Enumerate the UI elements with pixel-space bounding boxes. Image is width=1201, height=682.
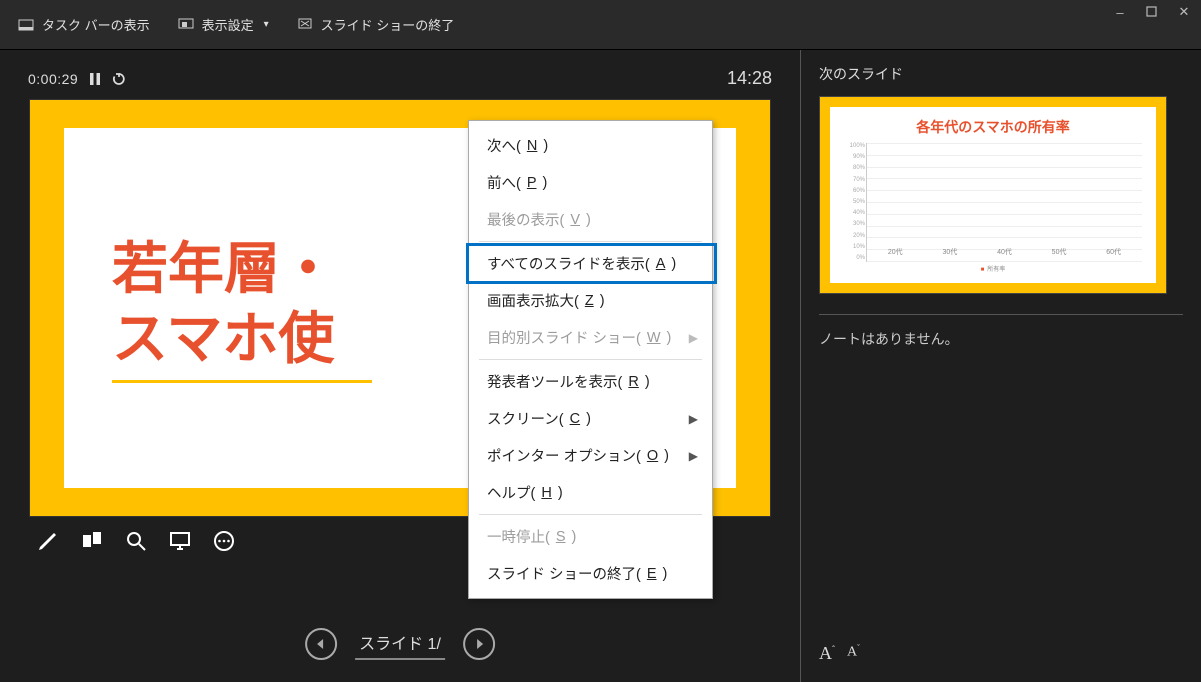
- next-slide-content: 各年代のスマホの所有率 100%90%80%70%60%50%40%30%20%…: [830, 107, 1156, 283]
- wall-clock: 14:28: [727, 68, 772, 89]
- ctx-pause: 一時停止(S): [469, 518, 712, 555]
- ctx-separator: [479, 514, 702, 515]
- notes-font-controls: Aˆ Aˇ: [819, 637, 1183, 670]
- next-slide-title: 各年代のスマホの所有率: [844, 117, 1142, 137]
- display-settings-button[interactable]: 表示設定 ▾: [178, 15, 269, 34]
- black-screen-button[interactable]: [166, 527, 194, 555]
- slide-counter[interactable]: スライド 1/: [355, 628, 445, 660]
- notes-area[interactable]: ノートはありません。: [819, 314, 1183, 637]
- timer-row: 0:00:29 14:28: [28, 68, 772, 89]
- chevron-down-icon: ▾: [264, 19, 269, 30]
- chart-legend: 所有率: [844, 264, 1142, 273]
- close-button[interactable]: ✕: [1177, 5, 1191, 19]
- increase-font-button[interactable]: Aˆ: [819, 643, 835, 664]
- chart-bar: 60代: [1095, 243, 1132, 257]
- chart-y-axis-ticks: 100%90%80%70%60%50%40%30%20%10%0%: [845, 143, 865, 261]
- end-slideshow-label: スライド ショーの終了: [321, 15, 455, 34]
- chart-bar: 40代: [986, 243, 1023, 257]
- ctx-separator: [479, 359, 702, 360]
- minimize-button[interactable]: –: [1113, 5, 1127, 19]
- zoom-button[interactable]: [122, 527, 150, 555]
- title-underline: [112, 380, 372, 383]
- chart-bar: 20代: [877, 243, 914, 257]
- chart-bar: 50代: [1041, 243, 1078, 257]
- restore-button[interactable]: [1145, 5, 1159, 19]
- ctx-screen[interactable]: スクリーン(C)▶: [469, 400, 712, 437]
- ctx-separator: [479, 241, 702, 242]
- notes-placeholder: ノートはありません。: [819, 331, 959, 347]
- ctx-last-viewed: 最後の表示(V): [469, 201, 712, 238]
- slide-navigator: スライド 1/: [305, 628, 495, 660]
- ctx-pointer-options[interactable]: ポインター オプション(O)▶: [469, 437, 712, 474]
- app-window: – ✕ タスク バーの表示 表示設定 ▾ スライド ショーの終了: [0, 0, 1201, 682]
- top-toolbar: タスク バーの表示 表示設定 ▾ スライド ショーの終了: [0, 0, 1201, 50]
- taskbar-icon: [18, 17, 34, 33]
- window-controls: – ✕: [1113, 5, 1191, 19]
- more-options-button[interactable]: [210, 527, 238, 555]
- end-slideshow-button[interactable]: スライド ショーの終了: [297, 15, 455, 34]
- next-slide-button[interactable]: [463, 628, 495, 660]
- pause-timer-button[interactable]: [88, 72, 102, 86]
- chart-bar: 30代: [932, 243, 969, 257]
- show-taskbar-label: タスク バーの表示: [42, 15, 150, 34]
- show-taskbar-button[interactable]: タスク バーの表示: [18, 15, 150, 34]
- pen-button[interactable]: [34, 527, 62, 555]
- ctx-custom-show: 目的別スライド ショー(W)▶: [469, 319, 712, 356]
- ctx-help[interactable]: ヘルプ(H): [469, 474, 712, 511]
- presenter-right-pane: 次のスライド 各年代のスマホの所有率 100%90%80%70%60%50%40…: [800, 50, 1201, 682]
- context-menu: 次へ(N) 前へ(P) 最後の表示(V) すべてのスライドを表示(A) 画面表示…: [468, 120, 713, 599]
- ctx-show-all-slides[interactable]: すべてのスライドを表示(A): [469, 245, 712, 282]
- ctx-prev[interactable]: 前へ(P): [469, 164, 712, 201]
- next-slide-heading: 次のスライド: [819, 64, 1183, 84]
- submenu-arrow-icon: ▶: [689, 331, 698, 345]
- submenu-arrow-icon: ▶: [689, 449, 698, 463]
- ctx-presenter-view[interactable]: 発表者ツールを表示(R): [469, 363, 712, 400]
- decrease-font-button[interactable]: Aˇ: [847, 643, 860, 664]
- bar-chart: 100%90%80%70%60%50%40%30%20%10%0% 20代30代…: [866, 143, 1142, 262]
- end-slideshow-icon: [297, 17, 313, 33]
- ctx-zoom[interactable]: 画面表示拡大(Z): [469, 282, 712, 319]
- elapsed-time: 0:00:29: [28, 71, 78, 87]
- next-slide-preview[interactable]: 各年代のスマホの所有率 100%90%80%70%60%50%40%30%20%…: [819, 96, 1167, 294]
- ctx-next[interactable]: 次へ(N): [469, 127, 712, 164]
- ctx-end-show[interactable]: スライド ショーの終了(E): [469, 555, 712, 592]
- see-all-slides-button[interactable]: [78, 527, 106, 555]
- slide-counter-label: スライド 1/: [359, 636, 441, 653]
- prev-slide-button[interactable]: [305, 628, 337, 660]
- submenu-arrow-icon: ▶: [689, 412, 698, 426]
- reset-timer-button[interactable]: [112, 72, 126, 86]
- display-settings-icon: [178, 17, 194, 33]
- display-settings-label: 表示設定: [202, 15, 254, 34]
